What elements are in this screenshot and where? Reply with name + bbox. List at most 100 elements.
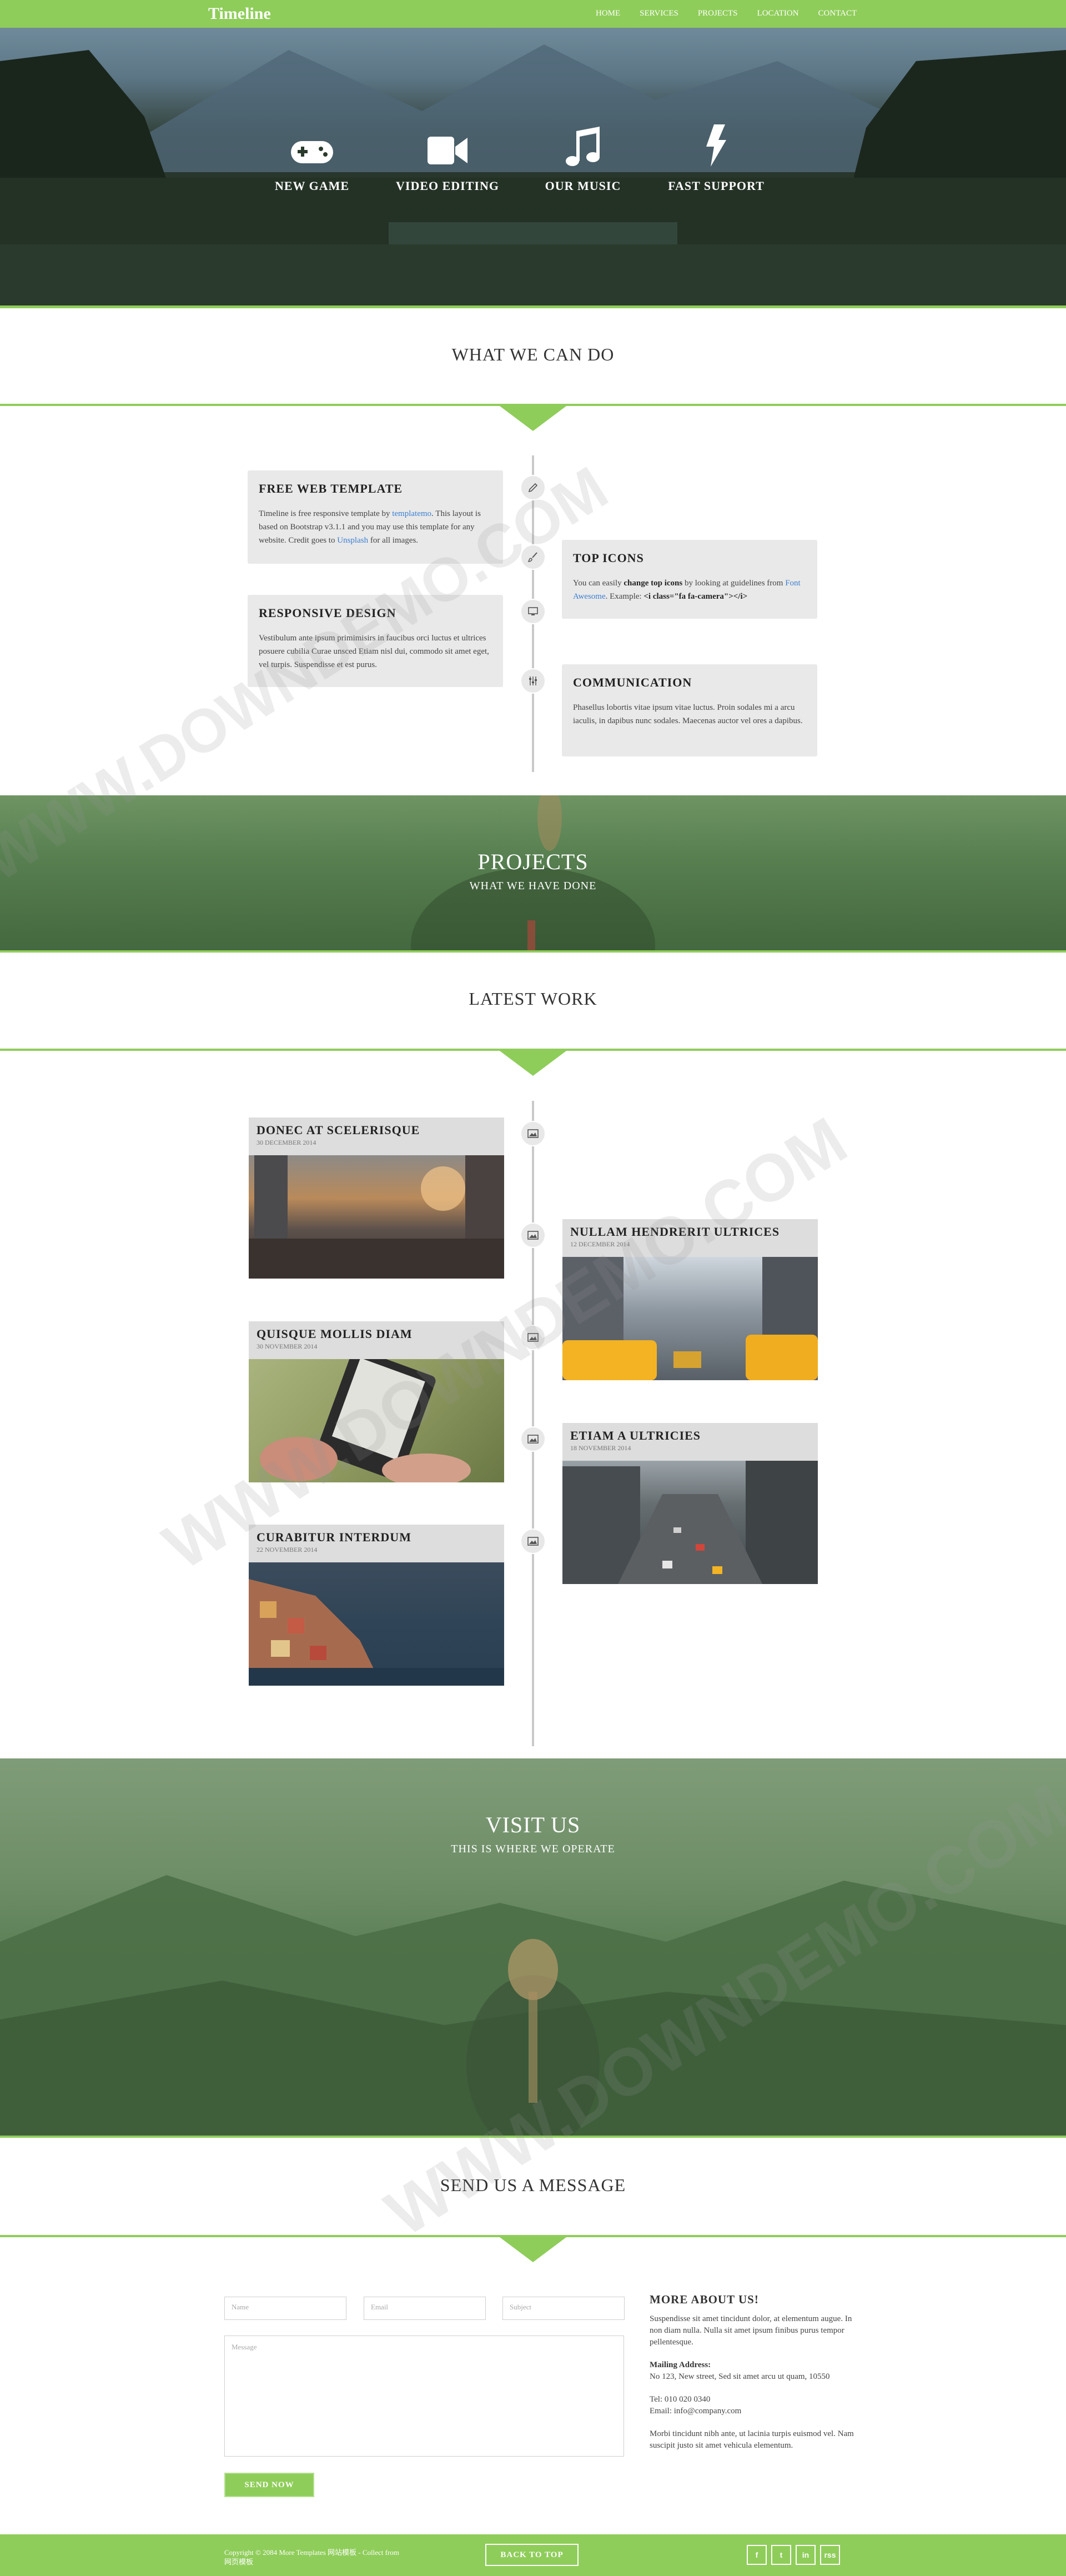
card-text: You can easily change top icons by looki…: [573, 579, 801, 601]
work-item[interactable]: CURABITUR INTERDUM 22 NOVEMBER 2014: [249, 1525, 504, 1686]
visit-subtitle: THIS IS WHERE WE OPERATE: [451, 1843, 615, 1855]
work-image-coastal-town: [249, 1562, 504, 1686]
nav-link-location[interactable]: LOCATION: [757, 9, 799, 18]
work-title: QUISQUE MOLLIS DIAM: [257, 1327, 413, 1341]
work-date: 12 DECEMBER 2014: [570, 1240, 630, 1248]
music-note-icon: [566, 127, 600, 166]
footer: Copyright © 2084 More Templates 网站模板 - C…: [0, 2534, 1066, 2576]
work-title: ETIAM A ULTRICIES: [570, 1429, 701, 1442]
feature-label: VIDEO EDITING: [396, 179, 499, 193]
info-title: MORE ABOUT US!: [650, 2293, 759, 2306]
feature-label: NEW GAME: [274, 179, 350, 193]
rss-icon[interactable]: rss: [820, 2545, 840, 2565]
mailing-label: Mailing Address:: [650, 2361, 711, 2369]
pointer-triangle: [500, 2237, 566, 2262]
projects-title: PROJECTS: [477, 849, 589, 874]
work-image-ereader: [249, 1359, 504, 1482]
nav-link-home[interactable]: HOME: [596, 9, 620, 18]
contact-info: MORE ABOUT US! Suspendisse sit amet tinc…: [650, 2294, 861, 2452]
service-card-top-icons: TOP ICONS You can easily change top icon…: [562, 540, 817, 619]
hero-banner: NEW GAME VIDEO EDITING OUR MUSIC FAST SU…: [0, 28, 1066, 305]
work-image-traffic: [562, 1461, 818, 1584]
nav-link-projects[interactable]: PROJECTS: [698, 9, 738, 18]
image-icon: [527, 1129, 539, 1138]
section-title-contact: SEND US A MESSAGE: [440, 2175, 626, 2195]
mailing-address: No 123, New street, Sed sit amet arcu ut…: [650, 2372, 830, 2381]
send-button[interactable]: SEND NOW: [224, 2473, 314, 2497]
info-footer-text: Morbi tincidunt nibh ante, ut lacinia tu…: [650, 2429, 854, 2450]
work-image-city-street: [249, 1155, 504, 1279]
work-date: 22 NOVEMBER 2014: [257, 1546, 318, 1553]
facebook-icon[interactable]: f: [747, 2545, 767, 2565]
nav-link-contact[interactable]: CONTACT: [818, 9, 857, 18]
email-field[interactable]: Email: [364, 2297, 486, 2320]
section-title-latest-work: LATEST WORK: [469, 989, 597, 1009]
lightning-bolt-icon: [706, 124, 726, 167]
card-title: TOP ICONS: [573, 551, 644, 565]
feature-our-music[interactable]: OUR MUSIC: [511, 122, 655, 193]
divider: [0, 950, 1066, 953]
message-field[interactable]: Message: [224, 2336, 624, 2457]
timeline-marker: [520, 475, 546, 500]
feature-new-game[interactable]: NEW GAME: [240, 122, 384, 193]
name-field[interactable]: Name: [224, 2297, 346, 2320]
twitter-icon[interactable]: t: [771, 2545, 791, 2565]
work-item[interactable]: DONEC AT SCELERISQUE 30 DECEMBER 2014: [249, 1117, 504, 1279]
monitor-icon: [528, 607, 538, 615]
feature-label: FAST SUPPORT: [668, 179, 765, 193]
copyright-line: Copyright © 2084 More Templates 网站模板 - C…: [224, 2548, 399, 2557]
image-icon: [527, 1537, 539, 1546]
subject-field[interactable]: Subject: [502, 2297, 625, 2320]
sliders-icon: [529, 676, 537, 685]
projects-subtitle: WHAT WE HAVE DONE: [469, 880, 597, 892]
pointer-triangle: [500, 406, 566, 431]
card-title: RESPONSIVE DESIGN: [259, 606, 396, 620]
timeline-marker: [520, 1222, 546, 1248]
work-item[interactable]: NULLAM HENDRERIT ULTRICES 12 DECEMBER 201…: [562, 1219, 818, 1380]
service-card-free-template: FREE WEB TEMPLATE Timeline is free respo…: [248, 470, 503, 564]
unsplash-link[interactable]: Unsplash: [337, 536, 368, 545]
brand-logo[interactable]: Timeline: [208, 4, 271, 23]
video-camera-icon: [428, 137, 467, 164]
timeline-marker: [520, 1528, 546, 1554]
work-title: DONEC AT SCELERISQUE: [257, 1123, 420, 1137]
work-date: 18 NOVEMBER 2014: [570, 1444, 631, 1452]
card-title: FREE WEB TEMPLATE: [259, 482, 403, 495]
navbar: Timeline HOME SERVICES PROJECTS LOCATION…: [0, 0, 1066, 28]
work-title: NULLAM HENDRERIT ULTRICES: [570, 1225, 780, 1239]
work-title: CURABITUR INTERDUM: [257, 1530, 411, 1544]
telephone: Tel: 010 020 0340: [650, 2395, 711, 2404]
divider: [0, 2136, 1066, 2138]
work-image-taxis: [562, 1257, 818, 1380]
linkedin-icon[interactable]: in: [796, 2545, 816, 2565]
timeline-marker: [520, 544, 546, 570]
pointer-triangle: [500, 1051, 566, 1076]
card-text: Phasellus lobortis vitae ipsum vitae luc…: [573, 703, 803, 725]
nav-links: HOME SERVICES PROJECTS LOCATION CONTACT: [596, 9, 876, 18]
timeline-marker: [520, 1426, 546, 1452]
email-address: Email: info@company.com: [650, 2407, 742, 2415]
copyright-link[interactable]: 网页模板: [224, 2557, 435, 2567]
feature-fast-support[interactable]: FAST SUPPORT: [644, 122, 788, 193]
service-card-responsive: RESPONSIVE DESIGN Vestibulum ante ipsum …: [248, 595, 503, 687]
feature-label: OUR MUSIC: [545, 179, 621, 193]
image-icon: [527, 1231, 539, 1240]
work-date: 30 DECEMBER 2014: [257, 1139, 316, 1146]
timeline-marker: [520, 668, 546, 694]
templatemo-link[interactable]: templatemo: [392, 509, 431, 518]
projects-banner: PROJECTS WHAT WE HAVE DONE: [0, 795, 1066, 951]
brush-icon: [527, 552, 537, 562]
nav-link-services[interactable]: SERVICES: [640, 9, 678, 18]
card-text: Timeline is free responsive template by …: [259, 509, 481, 545]
copyright: Copyright © 2084 More Templates 网站模板 - C…: [224, 2548, 435, 2567]
work-item[interactable]: QUISQUE MOLLIS DIAM 30 NOVEMBER 2014: [249, 1321, 504, 1482]
back-to-top-button[interactable]: BACK TO TOP: [485, 2544, 579, 2566]
section-title-services: WHAT WE CAN DO: [451, 344, 615, 364]
divider: [0, 305, 1066, 308]
timeline-marker: [520, 1121, 546, 1146]
visit-banner: VISIT US THIS IS WHERE WE OPERATE: [0, 1758, 1066, 2136]
gamepad-icon: [291, 141, 333, 163]
feature-video-editing[interactable]: VIDEO EDITING: [375, 122, 520, 193]
work-date: 30 NOVEMBER 2014: [257, 1342, 318, 1350]
work-item[interactable]: ETIAM A ULTRICIES 18 NOVEMBER 2014: [562, 1423, 818, 1584]
